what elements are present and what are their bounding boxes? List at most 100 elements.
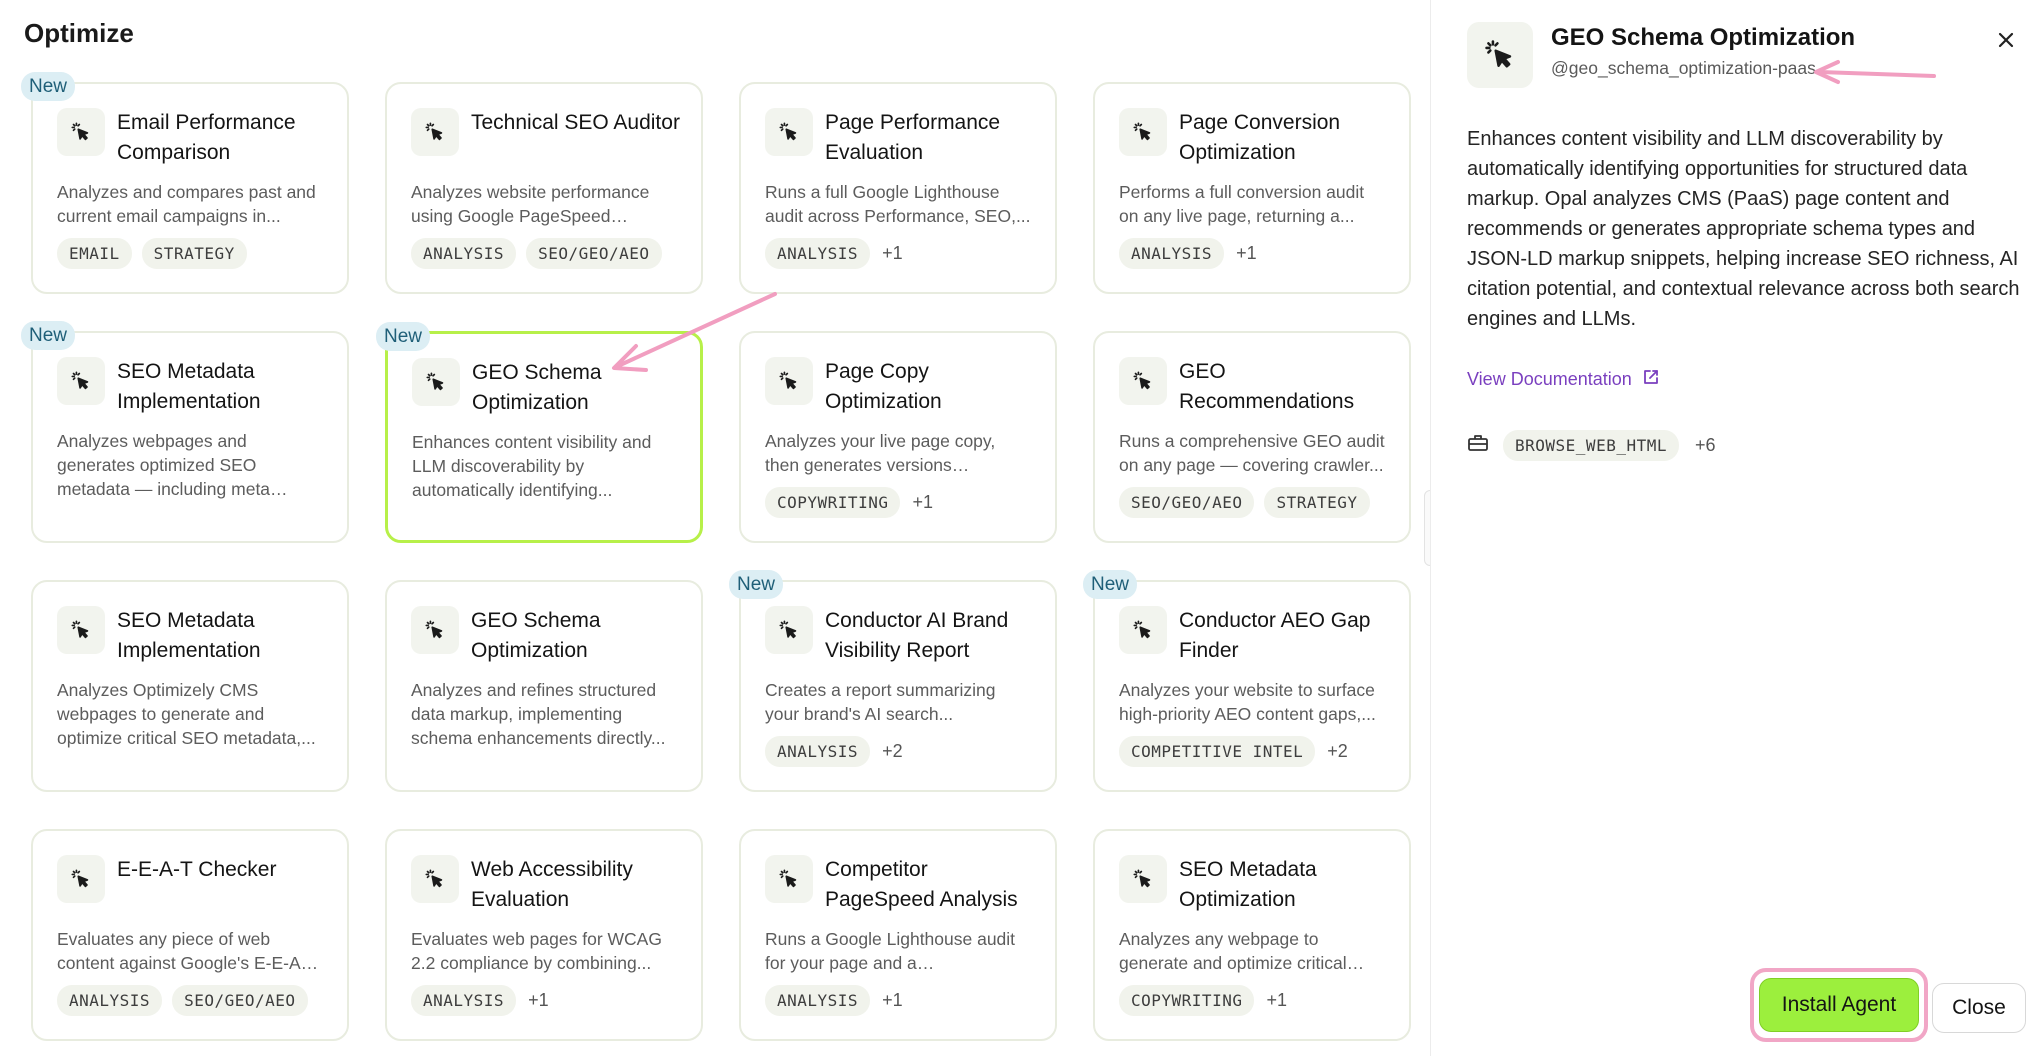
agent-card[interactable]: New Email Performance Comparison Analyzes …: [21, 72, 349, 294]
agent-card[interactable]: New SEO Metadata Implementation Analyzes w…: [21, 321, 349, 543]
card-tag: COMPETITIVE INTEL: [1119, 736, 1316, 767]
card-title: E-E-A-T Checker: [117, 858, 277, 881]
agent-card[interactable]: GEO Schema Optimization Analyzes and refi…: [385, 580, 703, 792]
sparkle-cursor-icon: [57, 606, 105, 654]
card-tag-more: +2: [1327, 741, 1348, 761]
card-description: Enhances content visibility and LLM disc…: [412, 432, 652, 500]
panel-description: Enhances content visibility and LLM disc…: [1467, 128, 2020, 330]
card-tag: ANALYSIS: [1119, 238, 1225, 269]
card-tag: SEO/GEO/AEO: [526, 238, 662, 269]
agent-card[interactable]: GEO Recommendations Runs a comprehensive …: [1093, 331, 1411, 543]
card-description: Analyzes Optimizely CMS webpages to gene…: [57, 680, 316, 748]
card-tag: EMAIL: [57, 238, 132, 269]
card-description: Evaluates any piece of web content again…: [57, 929, 317, 973]
card-tags: SEO/GEO/AEO STRATEGY: [1119, 487, 1370, 518]
panel-title: GEO Schema Optimization: [1551, 24, 1856, 51]
card-tag: STRATEGY: [141, 238, 247, 269]
agent-card[interactable]: New Conductor AEO Gap Finder Analyzes your…: [1083, 570, 1411, 792]
card-tag: STRATEGY: [1264, 487, 1370, 518]
card-description: Creates a report summarizing your brand'…: [765, 680, 996, 724]
card-description: Analyzes webpages and generates optimize…: [57, 431, 271, 499]
sparkle-cursor-icon: [1119, 606, 1167, 654]
card-tags: ANALYSIS +1: [765, 238, 903, 269]
card-title: Technical SEO Auditor: [471, 111, 680, 134]
card-tags: COMPETITIVE INTEL +2: [1119, 736, 1348, 767]
agent-card[interactable]: Page Performance Evaluation Runs a full G…: [739, 82, 1057, 294]
card-tag-more: +1: [1266, 990, 1287, 1010]
card-title: Page Conversion Optimization: [1179, 111, 1341, 164]
card-tags: ANALYSIS +1: [765, 985, 903, 1016]
tools-row: BROWSE_WEB_HTML +6: [1467, 430, 1716, 461]
card-tag: SEO/GEO/AEO: [1119, 487, 1255, 518]
card-title: Email Performance Comparison: [117, 111, 296, 164]
new-badge: New: [21, 321, 76, 350]
card-tag: ANALYSIS: [765, 985, 871, 1016]
card-tag-more: +1: [912, 492, 933, 512]
card-tag: SEO/GEO/AEO: [172, 985, 308, 1016]
doc-link-label: View Documentation: [1467, 369, 1632, 389]
card-tags: ANALYSIS +1: [1119, 238, 1257, 269]
agent-card[interactable]: New GEO Schema Optimization Enhances conte…: [376, 322, 703, 543]
card-tags: COPYWRITING +1: [765, 487, 933, 518]
card-title: SEO Metadata Implementation: [117, 609, 261, 662]
sparkle-cursor-icon: [1467, 22, 1533, 88]
tool-more-count[interactable]: +6: [1695, 435, 1716, 456]
sparkle-cursor-icon: [1119, 855, 1167, 903]
card-tags: COPYWRITING +1: [1119, 985, 1287, 1016]
card-tag-more: +1: [528, 990, 549, 1010]
agent-card[interactable]: Page Conversion Optimization Performs a f…: [1093, 82, 1411, 294]
card-description: Runs a full Google Lighthouse audit acro…: [765, 182, 1031, 226]
card-description: Analyzes and compares past and current e…: [57, 182, 316, 226]
agent-card[interactable]: SEO Metadata Optimization Analyzes any we…: [1093, 829, 1411, 1041]
sparkle-cursor-icon: [411, 606, 459, 654]
card-tag-more: +1: [882, 990, 903, 1010]
sparkle-cursor-icon: [411, 855, 459, 903]
card-tag: ANALYSIS: [411, 985, 517, 1016]
install-agent-button[interactable]: Install Agent: [1759, 978, 1919, 1032]
sparkle-cursor-icon: [412, 358, 460, 406]
agent-card[interactable]: Technical SEO Auditor Analyzes website pe…: [385, 82, 703, 294]
card-title: Web Accessibility Evaluation: [471, 858, 633, 911]
card-title: Page Performance Evaluation: [825, 111, 1001, 164]
card-tags: EMAIL STRATEGY: [57, 238, 247, 269]
agent-card-grid: New Email Performance Comparison Analyzes …: [0, 0, 1430, 1056]
card-description: Analyzes your website to surface high-pr…: [1119, 680, 1376, 724]
close-icon[interactable]: [1990, 24, 2022, 56]
sparkle-cursor-icon: [765, 606, 813, 654]
new-badge: New: [729, 570, 784, 599]
agent-card[interactable]: Page Copy Optimization Analyzes your live…: [739, 331, 1057, 543]
sparkle-cursor-icon: [411, 108, 459, 156]
card-description: Runs a Google Lighthouse audit for your …: [765, 929, 1016, 973]
sparkle-cursor-icon: [1119, 108, 1167, 156]
card-tag: COPYWRITING: [1119, 985, 1255, 1016]
card-tag: COPYWRITING: [765, 487, 901, 518]
new-badge: New: [1083, 570, 1138, 599]
agent-card[interactable]: Web Accessibility Evaluation Evaluates we…: [385, 829, 703, 1041]
agent-card[interactable]: E-E-A-T Checker Evaluates any piece of we…: [31, 829, 349, 1041]
sparkle-cursor-icon: [57, 108, 105, 156]
card-tag: ANALYSIS: [411, 238, 517, 269]
card-title: SEO Metadata Optimization: [1179, 858, 1317, 911]
agent-card[interactable]: Competitor PageSpeed Analysis Runs a Goog…: [739, 829, 1057, 1041]
view-documentation-link[interactable]: View Documentation: [1467, 368, 1660, 391]
card-title: Competitor PageSpeed Analysis: [825, 858, 1018, 911]
card-tags: ANALYSIS SEO/GEO/AEO: [411, 238, 662, 269]
sparkle-cursor-icon: [765, 108, 813, 156]
close-button[interactable]: Close: [1932, 983, 2026, 1033]
card-description: Performs a full conversion audit on any …: [1119, 182, 1365, 226]
card-title: Page Copy Optimization: [825, 360, 942, 413]
card-description: Analyzes any webpage to generate and opt…: [1119, 929, 1347, 973]
card-tags: ANALYSIS +2: [765, 736, 903, 767]
card-tags: ANALYSIS +1: [411, 985, 549, 1016]
agent-card[interactable]: New Conductor AI Brand Visibility Report C…: [729, 570, 1057, 792]
agent-card[interactable]: SEO Metadata Implementation Analyzes Opti…: [31, 580, 349, 792]
card-tags: ANALYSIS SEO/GEO/AEO: [57, 985, 308, 1016]
card-description: Runs a comprehensive GEO audit on any pa…: [1119, 431, 1385, 475]
card-description: Analyzes and refines structured data mar…: [411, 680, 666, 748]
card-title: GEO Schema Optimization: [471, 609, 601, 662]
new-badge: New: [21, 72, 76, 101]
card-tag: ANALYSIS: [765, 736, 871, 767]
agent-handle: @geo_schema_optimization-paas: [1551, 58, 1816, 78]
card-description: Evaluates web pages for WCAG 2.2 complia…: [411, 929, 662, 973]
card-description: Analyzes your live page copy, then gener…: [765, 431, 996, 475]
